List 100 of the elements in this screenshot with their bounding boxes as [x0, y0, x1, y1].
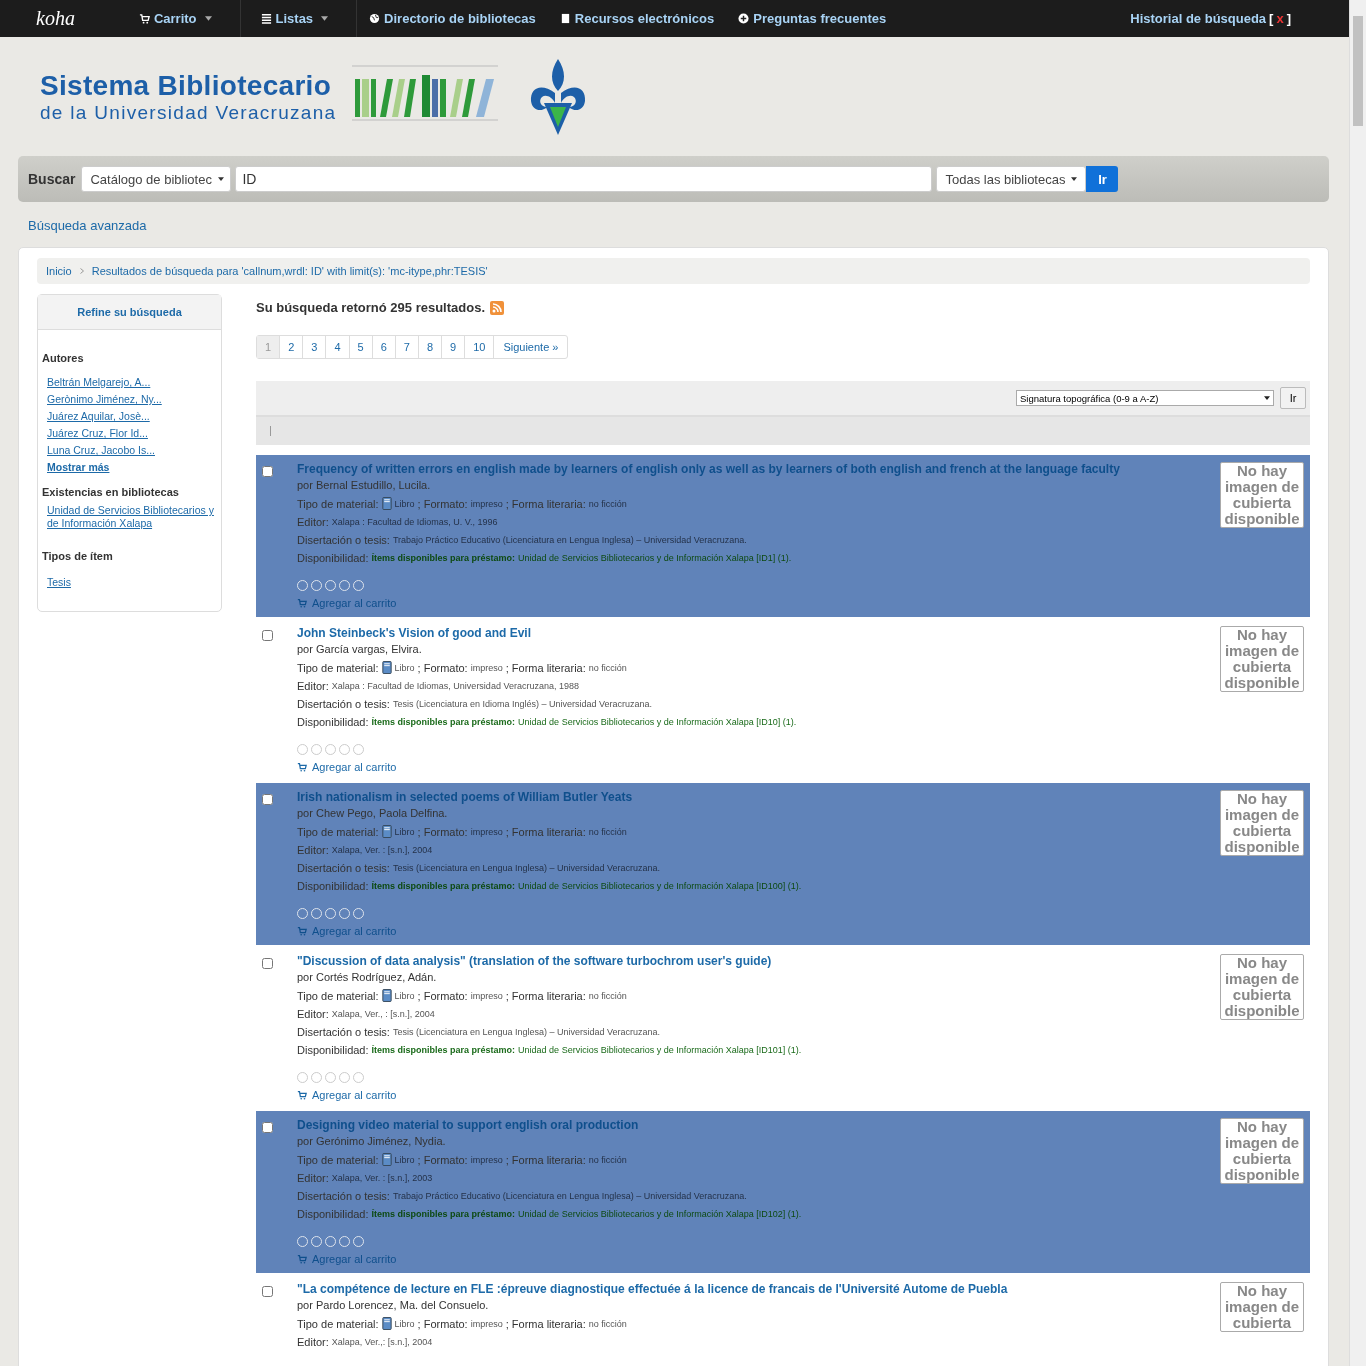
field-label: ; Formato: — [417, 497, 468, 510]
page-link[interactable]: 9 — [441, 336, 465, 358]
nav-link[interactable]: Listas — [240, 0, 358, 37]
nav-link[interactable]: Carrito — [118, 0, 241, 37]
field-value: impreso — [470, 1318, 503, 1329]
result-title-link[interactable]: "La compétence de lecture en FLE :épreuve diagnostique effectuée á la licence de francais de l'Université Autome de Puebla — [297, 1282, 1008, 1296]
results-summary: Su búsqueda retornó 295 resultados. — [256, 300, 485, 315]
field-label: Disponibilidad: — [297, 552, 369, 564]
field-value: Tesis (Licenciatura en Lengua Inglesa) – Universidad Veracruzana. — [392, 863, 661, 873]
breadcrumb-link[interactable]: Resultados de búsqueda para 'callnum,wrdl: ID' with limit(s): 'mc-itype,phr:TESIS' — [91, 265, 488, 277]
result-checkbox[interactable] — [262, 466, 273, 477]
book-icon — [381, 661, 392, 674]
facet-heading: Tipos de ítem — [42, 550, 113, 562]
field-label: ; Forma literaria: — [505, 1153, 586, 1166]
page-link[interactable]: 5 — [348, 336, 372, 358]
field-value: no ficción — [588, 662, 627, 673]
search-history-link[interactable]: Historial de búsqueda — [1130, 11, 1267, 26]
page-link[interactable]: 3 — [302, 336, 326, 358]
chevron-icon — [79, 268, 84, 274]
result-title-link[interactable]: "Discussion of data analysis" (translation of the software turbochrom user's guide) — [297, 954, 772, 968]
facet-link[interactable]: Unidad de Servicios Bibliotecarios y de Información Xalapa — [47, 504, 217, 530]
field-label: ; Forma literaria: — [505, 1317, 586, 1330]
availability-label: Ítems disponibles para préstamo: — [371, 1209, 516, 1219]
facet-heading: Autores — [42, 352, 84, 364]
field-label: Tipo de material: — [297, 825, 379, 838]
advanced-search-link[interactable]: Búsqueda avanzada — [28, 218, 147, 233]
nav-link[interactable]: Preguntas frecuentes — [726, 0, 899, 37]
field-label: Disertación o tesis: — [297, 1026, 390, 1038]
field-label: ; Formato: — [417, 661, 468, 674]
facet-link[interactable]: Juárez Aquilar, Josè... — [47, 410, 150, 423]
book-icon — [381, 989, 392, 1002]
field-value: Xalapa, Ver.,: [s.n.], 2004 — [331, 1337, 433, 1347]
add-to-cart-link[interactable]: Agregar al carrito — [297, 1089, 397, 1101]
field-value: no ficción — [588, 826, 627, 837]
book-icon — [381, 497, 392, 510]
result-title-link[interactable]: John Steinbeck's Vision of good and Evil — [297, 626, 531, 640]
sort-select[interactable]: Signatura topográfica (0-9 a A-Z) — [1016, 390, 1274, 406]
field-label: Editor: — [297, 1336, 329, 1348]
facet-link[interactable]: Beltrán Melgarejo, A... — [47, 376, 151, 389]
koha-logo[interactable]: koha — [0, 7, 119, 30]
scrollbar-thumb[interactable] — [1353, 16, 1363, 126]
field-value: Libro — [394, 1154, 415, 1165]
field-value: Xalapa, Ver., : [s.n.], 2004 — [331, 1009, 435, 1019]
result-checkbox[interactable] — [262, 1122, 273, 1133]
field-value: Libro — [394, 662, 415, 673]
rss-icon[interactable] — [490, 300, 504, 315]
holding-info: Unidad de Servicios Bibliotecarios y de Información Xalapa [ID10] (1). — [518, 717, 797, 727]
field-value: Xalapa : Facultad de Idiomas, Universidad Veracruzana, 1988 — [331, 681, 579, 691]
field-value: Libro — [394, 1318, 415, 1329]
page-link[interactable]: Siguiente » — [493, 336, 568, 358]
page-link[interactable]: 2 — [279, 336, 303, 358]
facet-link[interactable]: Juárez Cruz, Flor Id... — [47, 427, 148, 440]
book-icon — [381, 825, 392, 838]
holding-info: Unidad de Servicios Bibliotecarios y de Información Xalapa [ID102] (1). — [518, 1209, 802, 1219]
facet-link[interactable]: Tesis — [47, 576, 71, 589]
nav-link[interactable]: Directorio de bibliotecas — [357, 0, 548, 37]
page-link[interactable]: 4 — [325, 336, 349, 358]
field-value: Trabajo Práctico Educativo (Licenciatura en Lengua Inglesa) – Universidad Veracruzana. — [392, 1191, 747, 1201]
result-checkbox[interactable] — [262, 630, 273, 641]
library-subtitle: de la Universidad Veracruzana — [40, 101, 337, 124]
field-label: ; Forma literaria: — [505, 825, 586, 838]
search-button[interactable]: Ir — [1086, 166, 1119, 192]
breadcrumb-link[interactable]: Inicio — [46, 265, 72, 277]
field-label: Editor: — [297, 680, 329, 692]
bracket: [ — [1269, 11, 1274, 26]
result-author: por Cortés Rodríguez, Adán. — [297, 971, 437, 983]
index-select[interactable]: Catálogo de bibliotec — [81, 166, 232, 192]
facet-link[interactable]: Gerònimo Jiménez, Ny... — [47, 393, 162, 406]
page-link[interactable]: 6 — [371, 336, 395, 358]
add-to-cart-link[interactable]: Agregar al carrito — [297, 761, 397, 773]
result-checkbox[interactable] — [262, 958, 273, 969]
book-icon — [381, 1317, 392, 1330]
sort-button[interactable]: Ir — [1280, 387, 1306, 409]
cart-icon — [297, 1254, 307, 1264]
result-checkbox[interactable] — [262, 1286, 273, 1297]
nav-link[interactable]: Recursos electrónicos — [547, 0, 727, 37]
field-label: Disertación o tesis: — [297, 534, 390, 546]
field-value: Libro — [394, 990, 415, 1001]
books-logo-icon — [352, 64, 499, 121]
search-label: Buscar — [28, 171, 76, 187]
clear-history-link[interactable]: x — [1276, 11, 1284, 26]
field-value: no ficción — [588, 1318, 627, 1329]
no-cover-text: No hay imagen de cubierta disponible — [1224, 954, 1300, 1019]
page-link[interactable]: 7 — [394, 336, 418, 358]
caret-icon — [217, 177, 224, 181]
result-author: por Bernal Estudillo, Lucila. — [297, 479, 431, 491]
page-link[interactable]: 10 — [464, 336, 494, 358]
field-value: no ficción — [588, 990, 627, 1001]
page-link[interactable]: 8 — [417, 336, 441, 358]
library-select[interactable]: Todas las bibliotecas — [936, 166, 1087, 192]
result-checkbox[interactable] — [262, 794, 273, 805]
field-value: Xalapa : Facultad de Idiomas, U. V., 1996 — [331, 517, 498, 527]
scrollbar[interactable] — [1349, 0, 1366, 1366]
field-label: Editor: — [297, 1172, 329, 1184]
field-label: ; Forma literaria: — [505, 497, 586, 510]
no-cover-text: No hay imagen de cubierta disponible — [1224, 626, 1300, 691]
facet-link[interactable]: Luna Cruz, Jacobo Is... — [47, 444, 155, 457]
field-value: no ficción — [588, 498, 627, 509]
search-field[interactable]: ID — [235, 166, 933, 192]
show-more-link[interactable]: Mostrar más — [47, 461, 110, 474]
